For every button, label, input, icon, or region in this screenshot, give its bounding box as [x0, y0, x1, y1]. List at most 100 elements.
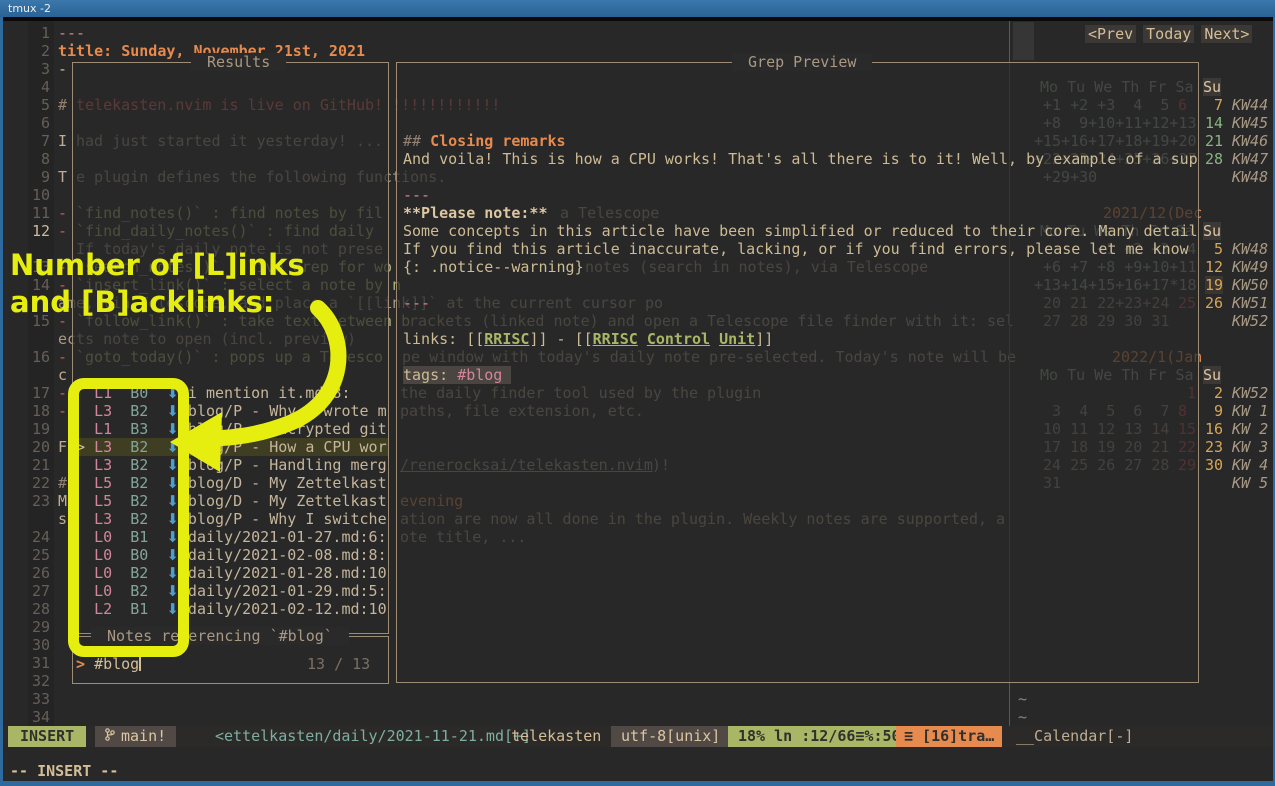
line-number: 12: [6, 222, 50, 240]
line-number: 9: [6, 168, 50, 186]
calendar-nav-today[interactable]: Today: [1143, 25, 1194, 43]
preview-line: And voila! This is how a CPU works! That…: [403, 150, 1198, 168]
calendar-day[interactable]: 26: [1205, 294, 1223, 312]
filename-segment: <ettelkasten/daily/2021-11-21.md[+]: [215, 726, 531, 747]
position-segment: 18% ln :12/66≡%:50: [728, 726, 911, 747]
match-counter: 13 / 13: [307, 655, 370, 673]
result-title: blog/P - Why I switche: [188, 510, 387, 528]
calendar-day[interactable]: 12: [1205, 258, 1223, 276]
annotation-line1: Number of [L]inks: [10, 247, 305, 284]
preview-text-segment: [638, 330, 647, 348]
calendar-kw-label: KW49: [1232, 258, 1268, 276]
mode-indicator: INSERT: [8, 726, 86, 747]
preview-line: ---: [403, 294, 430, 312]
line-number: 18: [6, 402, 50, 420]
result-title: blog/D - My Zettelkast: [188, 492, 387, 510]
prompt-input[interactable]: > #blog: [76, 655, 141, 673]
prompt-caret: >: [76, 655, 85, 673]
line-number: 1: [6, 24, 50, 42]
line-number: 2: [6, 42, 50, 60]
preview-line: {: .notice--warning}: [403, 258, 584, 276]
calendar-day[interactable]: 9: [1205, 402, 1223, 420]
plugin-name: telekasten: [511, 726, 601, 747]
buffer-text-fragment: -: [58, 204, 67, 222]
calendar-day[interactable]: 28: [1205, 150, 1223, 168]
result-title: daily/2021-01-27.md:6:: [188, 528, 387, 546]
line-number: 27: [6, 582, 50, 600]
preview-text-segment: And voila! This is how a CPU works! That…: [403, 150, 1198, 168]
preview-text-segment: [710, 330, 719, 348]
preview-line: **Please note:**: [403, 204, 548, 222]
window-frame-left: [0, 17, 3, 786]
line-number: 21: [6, 456, 50, 474]
line-number: 19: [6, 420, 50, 438]
statusline: INSERT main! <ettelkasten/daily/2021-11-…: [3, 726, 1273, 747]
git-branch-name: main!: [121, 727, 166, 745]
calendar-day[interactable]: 5: [1205, 240, 1223, 258]
calendar-day[interactable]: 16: [1205, 420, 1223, 438]
preview-text-segment: Unit: [719, 330, 755, 348]
preview-text-segment: If you find this article inaccurate, lac…: [403, 240, 1189, 258]
calendar-kw-label: KW52: [1232, 312, 1268, 330]
preview-text-segment: {: .notice--warning}: [403, 258, 584, 276]
calendar-kw-label: KW 1: [1232, 402, 1268, 420]
calendar-kw-label: KW50: [1232, 276, 1268, 294]
line-number: 23: [6, 492, 50, 510]
calendar-day[interactable]: 19: [1205, 276, 1223, 294]
buffer-text-fragment: I: [58, 132, 67, 150]
line-number: 25: [6, 546, 50, 564]
scrollbar-thumb[interactable]: [1013, 22, 1034, 60]
preview-text-segment: Control: [647, 330, 710, 348]
calendar-day[interactable]: 30: [1205, 456, 1223, 474]
preview-text-segment: RRISC: [484, 330, 529, 348]
line-number: 7: [6, 132, 50, 150]
preview-text-segment: Some concepts in this article have been …: [403, 222, 1198, 240]
preview-line: ## Closing remarks: [403, 132, 566, 150]
line-number: 20: [6, 438, 50, 456]
calendar-day[interactable]: 21: [1205, 132, 1223, 150]
calendar-day[interactable]: 7: [1205, 96, 1223, 114]
tmux-title: tmux -2: [8, 2, 51, 15]
line-number: 24: [6, 528, 50, 546]
tmux-titlebar: tmux -2: [0, 0, 1275, 17]
line-number: 17: [6, 384, 50, 402]
line-number: 6: [6, 114, 50, 132]
preview-line: links: [[RRISC]] - [[RRISC Control Unit]…: [403, 330, 773, 348]
buffer-text-fragment: -: [58, 60, 67, 78]
prompt-query: #blog: [94, 655, 139, 673]
preview-text-segment: ]] - [[: [529, 330, 592, 348]
calendar-weekday-header: Su: [1203, 366, 1221, 384]
preview-text-segment: **Please note:**: [403, 204, 548, 222]
window-frame-bottom: [0, 781, 1275, 786]
preview-text-segment: ]]: [755, 330, 773, 348]
buffer-text-fragment: -: [58, 402, 67, 420]
line-number: 11: [6, 204, 50, 222]
git-branch-segment: main!: [95, 726, 176, 747]
calendar-kw-label: KW47: [1232, 150, 1268, 168]
results-panel-title: Results: [191, 53, 286, 71]
result-title: daily/2021-02-08.md:8:: [188, 546, 387, 564]
buffer-text-fragment: ~: [1018, 690, 1027, 708]
buffer-text-fragment: -: [58, 384, 67, 402]
annotation-arrow: [140, 280, 370, 490]
calendar-day[interactable]: 14: [1205, 114, 1223, 132]
calendar-kw-label: KW 4: [1232, 456, 1268, 474]
calendar-kw-label: KW 3: [1232, 438, 1268, 456]
terminal-window: tmux -2 1---2title: Sunday, November 21s…: [0, 0, 1275, 786]
buffer-text-fragment: #: [58, 96, 67, 114]
calendar-nav-prev[interactable]: <Prev: [1085, 25, 1136, 43]
line-number: 28: [6, 600, 50, 618]
calendar-nav-next[interactable]: Next>: [1201, 25, 1252, 43]
buffer-text-fragment: #: [58, 474, 67, 492]
line-number: 22: [6, 474, 50, 492]
calendar-day[interactable]: 2: [1205, 384, 1223, 402]
preview-line: tags: #blog: [403, 366, 511, 384]
line-number: 8: [6, 150, 50, 168]
preview-text-segment: tags:: [403, 366, 457, 384]
encoding-segment: utf-8[unix]: [611, 726, 730, 747]
preview-text-segment: ---: [403, 294, 430, 312]
line-number: 31: [6, 654, 50, 672]
buffer-text-fragment: c: [58, 366, 67, 384]
preview-line: If you find this article inaccurate, lac…: [403, 240, 1189, 258]
calendar-day[interactable]: 23: [1205, 438, 1223, 456]
